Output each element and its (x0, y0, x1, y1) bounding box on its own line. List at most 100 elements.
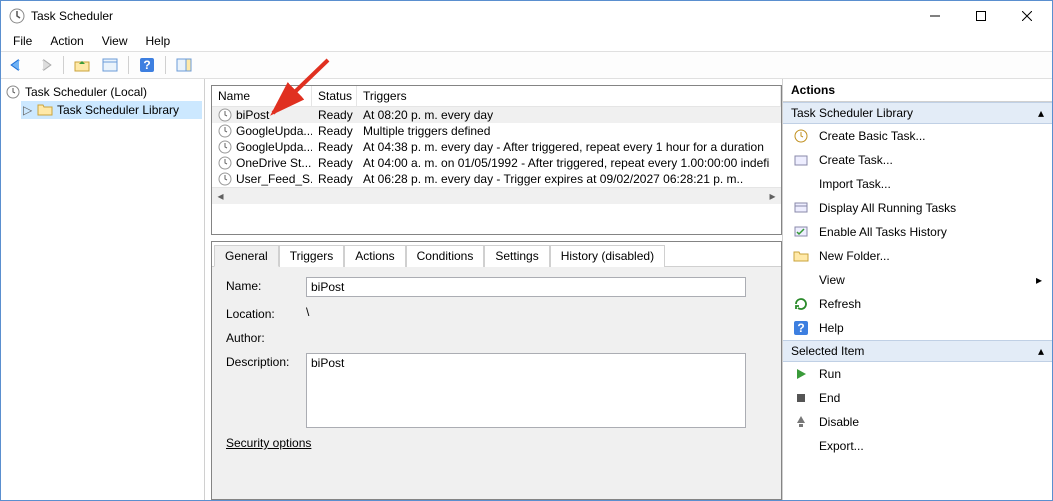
description-field[interactable]: biPost (306, 353, 746, 428)
folder-icon (37, 102, 53, 118)
list-header: Name Status Triggers (212, 86, 781, 107)
new-folder-icon (793, 248, 809, 264)
action-create-basic-task[interactable]: Create Basic Task... (783, 124, 1052, 148)
collapse-icon[interactable]: ▴ (1038, 344, 1044, 358)
tab-general[interactable]: General (214, 245, 279, 267)
tree-root[interactable]: Task Scheduler (Local) (3, 83, 202, 101)
forward-button[interactable] (33, 54, 57, 76)
action-export[interactable]: Export... (783, 434, 1052, 458)
col-triggers[interactable]: Triggers (357, 86, 781, 106)
action-label: Create Basic Task... (819, 129, 926, 143)
scroll-right-icon[interactable]: ▸ (764, 188, 781, 205)
actions-group-library[interactable]: Task Scheduler Library ▴ (783, 102, 1052, 124)
action-create-task[interactable]: Create Task... (783, 148, 1052, 172)
help-button[interactable]: ? (135, 54, 159, 76)
task-details: General Triggers Actions Conditions Sett… (211, 241, 782, 500)
tab-settings[interactable]: Settings (484, 245, 549, 267)
maximize-button[interactable] (958, 1, 1004, 31)
tab-actions[interactable]: Actions (344, 245, 405, 267)
chevron-right-icon: ▸ (1036, 273, 1042, 287)
minimize-button[interactable] (912, 1, 958, 31)
window-title: Task Scheduler (31, 9, 912, 23)
action-display-all-running-tasks[interactable]: Display All Running Tasks (783, 196, 1052, 220)
create-basic-task-icon (793, 128, 809, 144)
action-label: Create Task... (819, 153, 893, 167)
action-label: Disable (819, 415, 859, 429)
task-icon (218, 140, 232, 154)
task-list: Name Status Triggers biPostReadyAt 08:20… (211, 85, 782, 235)
action-refresh[interactable]: Refresh (783, 292, 1052, 316)
name-label: Name: (226, 277, 306, 293)
action-label: Display All Running Tasks (819, 201, 956, 215)
details-vertical-scrollbar[interactable] (764, 267, 781, 499)
action-disable[interactable]: Disable (783, 410, 1052, 434)
title-bar: Task Scheduler (1, 1, 1052, 31)
table-row[interactable]: GoogleUpda...ReadyAt 04:38 p. m. every d… (212, 139, 781, 155)
toolbar: ? (1, 51, 1052, 79)
task-status: Ready (312, 140, 357, 154)
task-trigger: At 04:38 p. m. every day - After trigger… (357, 140, 781, 154)
task-icon (218, 172, 232, 186)
task-name: User_Feed_S... (236, 172, 312, 186)
task-trigger: At 04:00 a. m. on 01/05/1992 - After tri… (357, 156, 781, 170)
refresh-icon (793, 296, 809, 312)
properties-button[interactable] (98, 54, 122, 76)
help-icon: ? (793, 320, 809, 336)
back-button[interactable] (5, 54, 29, 76)
menu-action[interactable]: Action (42, 32, 91, 50)
name-field[interactable] (306, 277, 746, 297)
col-name[interactable]: Name (212, 86, 312, 106)
task-status: Ready (312, 108, 357, 122)
svg-text:?: ? (143, 58, 150, 72)
action-view[interactable]: View ▸ (783, 268, 1052, 292)
action-run[interactable]: Run (783, 362, 1052, 386)
task-status: Ready (312, 156, 357, 170)
run-icon (793, 366, 809, 382)
tab-conditions[interactable]: Conditions (406, 245, 485, 267)
action-enable-all-tasks-history[interactable]: Enable All Tasks History (783, 220, 1052, 244)
disable-icon (793, 414, 809, 430)
action-end[interactable]: End (783, 386, 1052, 410)
navigation-pane: Task Scheduler (Local) ▷ Task Scheduler … (1, 79, 205, 500)
tab-history[interactable]: History (disabled) (550, 245, 665, 267)
actions-group-library-label: Task Scheduler Library (791, 106, 913, 120)
actions-pane: Actions Task Scheduler Library ▴ Create … (782, 79, 1052, 500)
tree-library[interactable]: ▷ Task Scheduler Library (21, 101, 202, 119)
export-icon (793, 438, 809, 454)
up-folder-button[interactable] (70, 54, 94, 76)
table-row[interactable]: biPostReadyAt 08:20 p. m. every day (212, 107, 781, 123)
action-new-folder[interactable]: New Folder... (783, 244, 1052, 268)
close-button[interactable] (1004, 1, 1050, 31)
scheduler-icon (5, 84, 21, 100)
menu-help[interactable]: Help (138, 32, 179, 50)
author-label: Author: (226, 329, 306, 345)
action-label: View (819, 273, 845, 287)
show-hide-pane-button[interactable] (172, 54, 196, 76)
horizontal-scrollbar[interactable]: ◂ ▸ (212, 187, 781, 204)
menu-bar: File Action View Help (1, 31, 1052, 51)
task-name: biPost (236, 108, 269, 122)
col-status[interactable]: Status (312, 86, 357, 106)
task-status: Ready (312, 124, 357, 138)
actions-group-selected[interactable]: Selected Item ▴ (783, 340, 1052, 362)
location-label: Location: (226, 305, 306, 321)
scroll-left-icon[interactable]: ◂ (212, 188, 229, 205)
collapse-icon[interactable]: ▴ (1038, 106, 1044, 120)
table-row[interactable]: OneDrive St...ReadyAt 04:00 a. m. on 01/… (212, 155, 781, 171)
table-row[interactable]: User_Feed_S...ReadyAt 06:28 p. m. every … (212, 171, 781, 187)
action-import-task[interactable]: Import Task... (783, 172, 1052, 196)
tab-body-general: Name: Location: \ Author: Description: b… (212, 267, 781, 499)
action-label: New Folder... (819, 249, 890, 263)
action-label: Export... (819, 439, 864, 453)
menu-view[interactable]: View (94, 32, 136, 50)
menu-file[interactable]: File (5, 32, 40, 50)
expand-icon[interactable]: ▷ (23, 103, 33, 117)
security-options-label: Security options (226, 436, 767, 450)
table-row[interactable]: GoogleUpda...ReadyMultiple triggers defi… (212, 123, 781, 139)
location-value: \ (306, 305, 767, 319)
task-name: GoogleUpda... (236, 140, 312, 154)
task-trigger: Multiple triggers defined (357, 124, 781, 138)
tab-triggers[interactable]: Triggers (279, 245, 345, 267)
action-help[interactable]: ?Help (783, 316, 1052, 340)
action-label: Import Task... (819, 177, 891, 191)
